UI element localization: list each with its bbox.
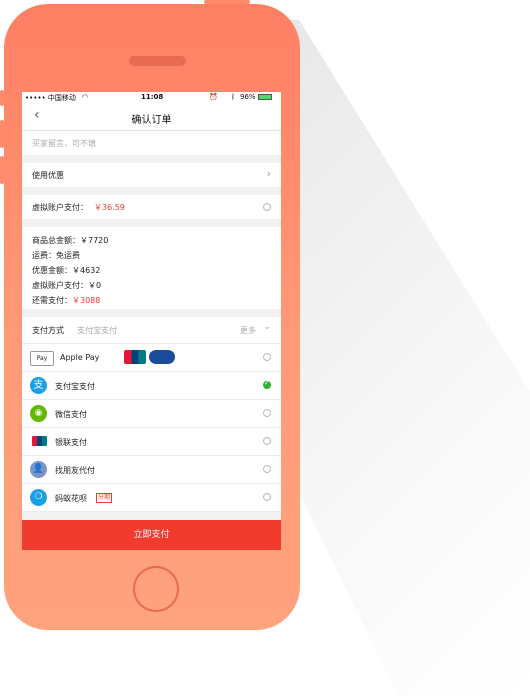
status-bar: ••••• 中国移动 ◠ 11:08 ⏰ ᛒ 96% — [22, 92, 281, 104]
alarm-icon: ⏰ — [209, 93, 218, 101]
summary-line-due: 还需支付：￥3088 — [32, 296, 101, 305]
unionpay-icon — [32, 436, 47, 446]
chevron-down-icon[interactable]: ⌄ — [263, 322, 271, 332]
virtual-pay-row[interactable]: 虚拟账户支付： ￥36.59 — [22, 195, 281, 219]
payment-option-friend[interactable]: 👤 找朋友代付 — [22, 456, 281, 484]
status-time: 11:08 — [141, 93, 164, 101]
message-input[interactable]: 买家留言，可不填 — [32, 138, 96, 149]
battery-text: 96% — [240, 93, 256, 101]
order-summary: 商品总金额：￥7720 运费：免运费 优惠金额：￥4632 虚拟账户支付：￥0 … — [22, 227, 281, 309]
payment-label: 银联支付 — [55, 438, 87, 447]
page-title: 确认订单 — [131, 115, 172, 126]
summary-line-virtual: 虚拟账户支付：￥0 — [32, 281, 102, 290]
payment-option-alipay[interactable]: 支 支付宝支付 — [22, 372, 281, 400]
unionpay-card-icon — [124, 350, 146, 364]
wifi-icon: ◠ — [82, 93, 89, 101]
speaker-grille — [129, 56, 186, 66]
friend-icon: 👤 — [30, 461, 47, 478]
alipay-icon: 支 — [30, 377, 47, 394]
payment-radio[interactable] — [263, 465, 271, 473]
power-button — [204, 0, 250, 4]
payment-label: 找朋友代付 — [55, 466, 95, 475]
payment-radio[interactable] — [263, 409, 271, 417]
message-row[interactable]: 买家留言，可不填 — [22, 131, 281, 155]
volume-up-button — [0, 120, 4, 148]
payment-radio[interactable] — [263, 493, 271, 501]
payment-radio[interactable] — [263, 437, 271, 445]
coupon-label: 使用优惠 — [32, 171, 64, 180]
payment-label: 支付宝支付 — [55, 382, 95, 391]
payment-option-unionpay[interactable]: 银联支付 — [22, 428, 281, 456]
installment-badge: 分期 — [96, 493, 113, 503]
payment-radio-selected[interactable] — [263, 379, 271, 389]
virtual-pay-label: 虚拟账户支付： — [32, 203, 88, 212]
mute-switch — [0, 90, 4, 106]
battery-icon — [258, 94, 272, 100]
summary-line-discount: 优惠金额：￥4632 — [32, 266, 101, 275]
payment-option-huabei[interactable]: ❍ 蚂蚁花呗 分期 — [22, 484, 281, 512]
chevron-right-icon: › — [266, 167, 271, 180]
summary-line-total: 商品总金额：￥7720 — [32, 236, 109, 245]
home-button[interactable] — [133, 566, 179, 612]
virtual-pay-radio[interactable] — [263, 203, 271, 211]
payment-label: 微信支付 — [55, 410, 87, 419]
payment-header-label: 支付方式 — [32, 326, 64, 335]
huabei-icon: ❍ — [30, 489, 47, 506]
navigation-bar: ‹ 确认订单 — [22, 104, 281, 131]
bluetooth-icon: ᛒ — [231, 93, 236, 101]
pay-now-button[interactable]: 立即支付 — [22, 520, 281, 550]
virtual-pay-amount: ￥36.59 — [94, 203, 125, 212]
payment-header[interactable]: 支付方式 支付宝支付 更多 ⌄ — [22, 317, 281, 344]
quickpass-icon — [149, 350, 175, 364]
payment-option-wechat[interactable]: ◉ 微信支付 — [22, 400, 281, 428]
payment-option-apple-pay[interactable]: Pay Apple Pay — [22, 344, 281, 372]
phone-screen: ••••• 中国移动 ◠ 11:08 ⏰ ᛒ 96% ‹ 确认订单 买家留言，可… — [22, 92, 281, 550]
wechat-icon: ◉ — [30, 405, 47, 422]
payment-radio[interactable] — [263, 353, 271, 361]
more-label[interactable]: 更多 — [240, 325, 256, 336]
payment-label: 蚂蚁花呗 — [55, 494, 87, 503]
payment-selected-method: 支付宝支付 — [77, 326, 117, 335]
coupon-row[interactable]: 使用优惠 › — [22, 163, 281, 187]
carrier-text: ••••• 中国移动 — [25, 94, 76, 102]
volume-down-button — [0, 156, 4, 184]
apple-pay-icon: Pay — [30, 351, 54, 366]
payment-label: Apple Pay — [60, 353, 100, 362]
summary-line-shipping: 运费：免运费 — [32, 251, 80, 260]
